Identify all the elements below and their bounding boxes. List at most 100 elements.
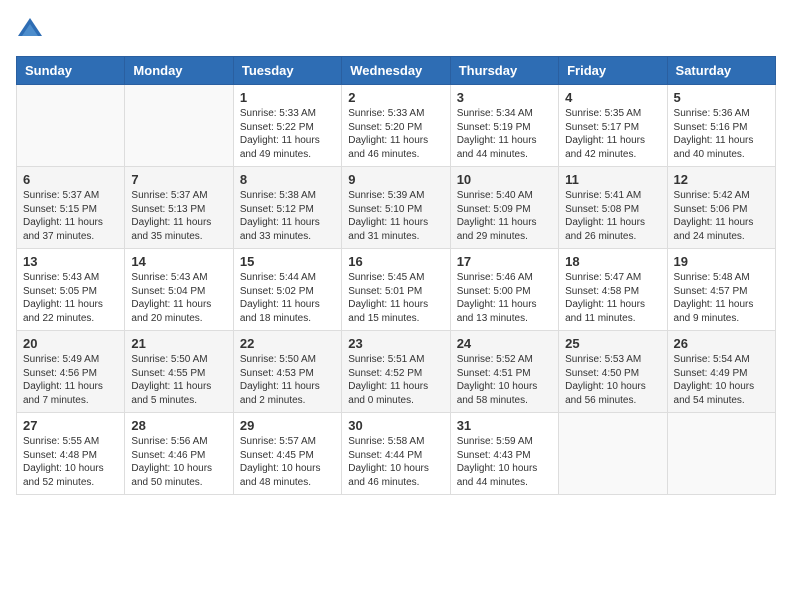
calendar-cell: 4 Sunrise: 5:35 AM Sunset: 5:17 PM Daylig… xyxy=(559,85,667,167)
day-number: 6 xyxy=(23,172,118,187)
cell-details: Sunrise: 5:53 AM Sunset: 4:50 PM Dayligh… xyxy=(565,353,660,407)
cell-details: Sunrise: 5:34 AM Sunset: 5:19 PM Dayligh… xyxy=(457,107,552,161)
calendar-cell: 18 Sunrise: 5:47 AM Sunset: 4:58 PM Dayli… xyxy=(559,249,667,331)
day-number: 7 xyxy=(131,172,226,187)
cell-details: Sunrise: 5:42 AM Sunset: 5:06 PM Dayligh… xyxy=(674,189,769,243)
day-number: 10 xyxy=(457,172,552,187)
calendar-cell: 25 Sunrise: 5:53 AM Sunset: 4:50 PM Dayli… xyxy=(559,331,667,413)
cell-details: Sunrise: 5:55 AM Sunset: 4:48 PM Dayligh… xyxy=(23,435,118,489)
weekday-header-saturday: Saturday xyxy=(667,57,775,85)
cell-details: Sunrise: 5:50 AM Sunset: 4:53 PM Dayligh… xyxy=(240,353,335,407)
day-number: 29 xyxy=(240,418,335,433)
calendar-cell: 12 Sunrise: 5:42 AM Sunset: 5:06 PM Dayli… xyxy=(667,167,775,249)
day-number: 12 xyxy=(674,172,769,187)
calendar-cell: 27 Sunrise: 5:55 AM Sunset: 4:48 PM Dayli… xyxy=(17,413,125,495)
weekday-header-friday: Friday xyxy=(559,57,667,85)
day-number: 1 xyxy=(240,90,335,105)
calendar-cell: 30 Sunrise: 5:58 AM Sunset: 4:44 PM Dayli… xyxy=(342,413,450,495)
day-number: 22 xyxy=(240,336,335,351)
weekday-header-wednesday: Wednesday xyxy=(342,57,450,85)
cell-details: Sunrise: 5:56 AM Sunset: 4:46 PM Dayligh… xyxy=(131,435,226,489)
calendar-cell xyxy=(17,85,125,167)
cell-details: Sunrise: 5:35 AM Sunset: 5:17 PM Dayligh… xyxy=(565,107,660,161)
logo-icon xyxy=(16,16,44,44)
calendar-cell: 16 Sunrise: 5:45 AM Sunset: 5:01 PM Dayli… xyxy=(342,249,450,331)
cell-details: Sunrise: 5:57 AM Sunset: 4:45 PM Dayligh… xyxy=(240,435,335,489)
day-number: 16 xyxy=(348,254,443,269)
day-number: 14 xyxy=(131,254,226,269)
calendar-cell: 31 Sunrise: 5:59 AM Sunset: 4:43 PM Dayli… xyxy=(450,413,558,495)
calendar-cell: 28Sunrise: 5:56 AM Sunset: 4:46 PM Dayli… xyxy=(125,413,233,495)
cell-details: Sunrise: 5:37 AM Sunset: 5:15 PM Dayligh… xyxy=(23,189,118,243)
cell-details: Sunrise: 5:48 AM Sunset: 4:57 PM Dayligh… xyxy=(674,271,769,325)
cell-details: Sunrise: 5:49 AM Sunset: 4:56 PM Dayligh… xyxy=(23,353,118,407)
cell-details: Sunrise: 5:59 AM Sunset: 4:43 PM Dayligh… xyxy=(457,435,552,489)
cell-details: Sunrise: 5:39 AM Sunset: 5:10 PM Dayligh… xyxy=(348,189,443,243)
calendar-week-row: 6 Sunrise: 5:37 AM Sunset: 5:15 PM Daylig… xyxy=(17,167,776,249)
calendar-cell: 21 Sunrise: 5:50 AM Sunset: 4:55 PM Dayli… xyxy=(125,331,233,413)
day-number: 5 xyxy=(674,90,769,105)
cell-details: Sunrise: 5:43 AM Sunset: 5:04 PM Dayligh… xyxy=(131,271,226,325)
calendar-cell: 3 Sunrise: 5:34 AM Sunset: 5:19 PM Daylig… xyxy=(450,85,558,167)
cell-details: Sunrise: 5:52 AM Sunset: 4:51 PM Dayligh… xyxy=(457,353,552,407)
cell-details: Sunrise: 5:41 AM Sunset: 5:08 PM Dayligh… xyxy=(565,189,660,243)
calendar-cell: 23Sunrise: 5:51 AM Sunset: 4:52 PM Dayli… xyxy=(342,331,450,413)
weekday-header-sunday: Sunday xyxy=(17,57,125,85)
cell-details: Sunrise: 5:50 AM Sunset: 4:55 PM Dayligh… xyxy=(131,353,226,407)
day-number: 9 xyxy=(348,172,443,187)
calendar-cell: 1Sunrise: 5:33 AM Sunset: 5:22 PM Daylig… xyxy=(233,85,341,167)
day-number: 4 xyxy=(565,90,660,105)
day-number: 31 xyxy=(457,418,552,433)
day-number: 24 xyxy=(457,336,552,351)
calendar-table: SundayMondayTuesdayWednesdayThursdayFrid… xyxy=(16,56,776,495)
calendar-cell: 6 Sunrise: 5:37 AM Sunset: 5:15 PM Daylig… xyxy=(17,167,125,249)
weekday-header-tuesday: Tuesday xyxy=(233,57,341,85)
calendar-cell: 17 Sunrise: 5:46 AM Sunset: 5:00 PM Dayli… xyxy=(450,249,558,331)
weekday-header-row: SundayMondayTuesdayWednesdayThursdayFrid… xyxy=(17,57,776,85)
calendar-cell xyxy=(559,413,667,495)
calendar-cell: 2Sunrise: 5:33 AM Sunset: 5:20 PM Daylig… xyxy=(342,85,450,167)
cell-details: Sunrise: 5:46 AM Sunset: 5:00 PM Dayligh… xyxy=(457,271,552,325)
cell-details: Sunrise: 5:44 AM Sunset: 5:02 PM Dayligh… xyxy=(240,271,335,325)
calendar-cell: 26 Sunrise: 5:54 AM Sunset: 4:49 PM Dayli… xyxy=(667,331,775,413)
calendar-cell: 24 Sunrise: 5:52 AM Sunset: 4:51 PM Dayli… xyxy=(450,331,558,413)
calendar-cell: 10 Sunrise: 5:40 AM Sunset: 5:09 PM Dayli… xyxy=(450,167,558,249)
logo xyxy=(16,16,48,44)
day-number: 13 xyxy=(23,254,118,269)
calendar-cell: 22 Sunrise: 5:50 AM Sunset: 4:53 PM Dayli… xyxy=(233,331,341,413)
day-number: 20 xyxy=(23,336,118,351)
calendar-cell: 14 Sunrise: 5:43 AM Sunset: 5:04 PM Dayli… xyxy=(125,249,233,331)
cell-details: Sunrise: 5:38 AM Sunset: 5:12 PM Dayligh… xyxy=(240,189,335,243)
day-number: 8 xyxy=(240,172,335,187)
calendar-cell xyxy=(667,413,775,495)
calendar-cell: 13 Sunrise: 5:43 AM Sunset: 5:05 PM Dayli… xyxy=(17,249,125,331)
cell-details: Sunrise: 5:43 AM Sunset: 5:05 PM Dayligh… xyxy=(23,271,118,325)
calendar-cell: 8 Sunrise: 5:38 AM Sunset: 5:12 PM Daylig… xyxy=(233,167,341,249)
calendar-cell: 15 Sunrise: 5:44 AM Sunset: 5:02 PM Dayli… xyxy=(233,249,341,331)
calendar-cell: 19Sunrise: 5:48 AM Sunset: 4:57 PM Dayli… xyxy=(667,249,775,331)
day-number: 3 xyxy=(457,90,552,105)
cell-details: Sunrise: 5:54 AM Sunset: 4:49 PM Dayligh… xyxy=(674,353,769,407)
calendar-cell: 9 Sunrise: 5:39 AM Sunset: 5:10 PM Daylig… xyxy=(342,167,450,249)
day-number: 17 xyxy=(457,254,552,269)
calendar-cell: 7 Sunrise: 5:37 AM Sunset: 5:13 PM Daylig… xyxy=(125,167,233,249)
day-number: 30 xyxy=(348,418,443,433)
day-number: 18 xyxy=(565,254,660,269)
calendar-cell xyxy=(125,85,233,167)
day-number: 21 xyxy=(131,336,226,351)
day-number: 27 xyxy=(23,418,118,433)
weekday-header-monday: Monday xyxy=(125,57,233,85)
day-number: 26 xyxy=(674,336,769,351)
cell-details: Sunrise: 5:45 AM Sunset: 5:01 PM Dayligh… xyxy=(348,271,443,325)
cell-details: Sunrise: 5:51 AM Sunset: 4:52 PM Dayligh… xyxy=(348,353,443,407)
cell-details: Sunrise: 5:37 AM Sunset: 5:13 PM Dayligh… xyxy=(131,189,226,243)
cell-details: Sunrise: 5:40 AM Sunset: 5:09 PM Dayligh… xyxy=(457,189,552,243)
calendar-cell: 29 Sunrise: 5:57 AM Sunset: 4:45 PM Dayli… xyxy=(233,413,341,495)
day-number: 15 xyxy=(240,254,335,269)
day-number: 2 xyxy=(348,90,443,105)
cell-details: Sunrise: 5:58 AM Sunset: 4:44 PM Dayligh… xyxy=(348,435,443,489)
calendar-week-row: 27 Sunrise: 5:55 AM Sunset: 4:48 PM Dayli… xyxy=(17,413,776,495)
day-number: 11 xyxy=(565,172,660,187)
cell-details: Sunrise: 5:47 AM Sunset: 4:58 PM Dayligh… xyxy=(565,271,660,325)
day-number: 25 xyxy=(565,336,660,351)
